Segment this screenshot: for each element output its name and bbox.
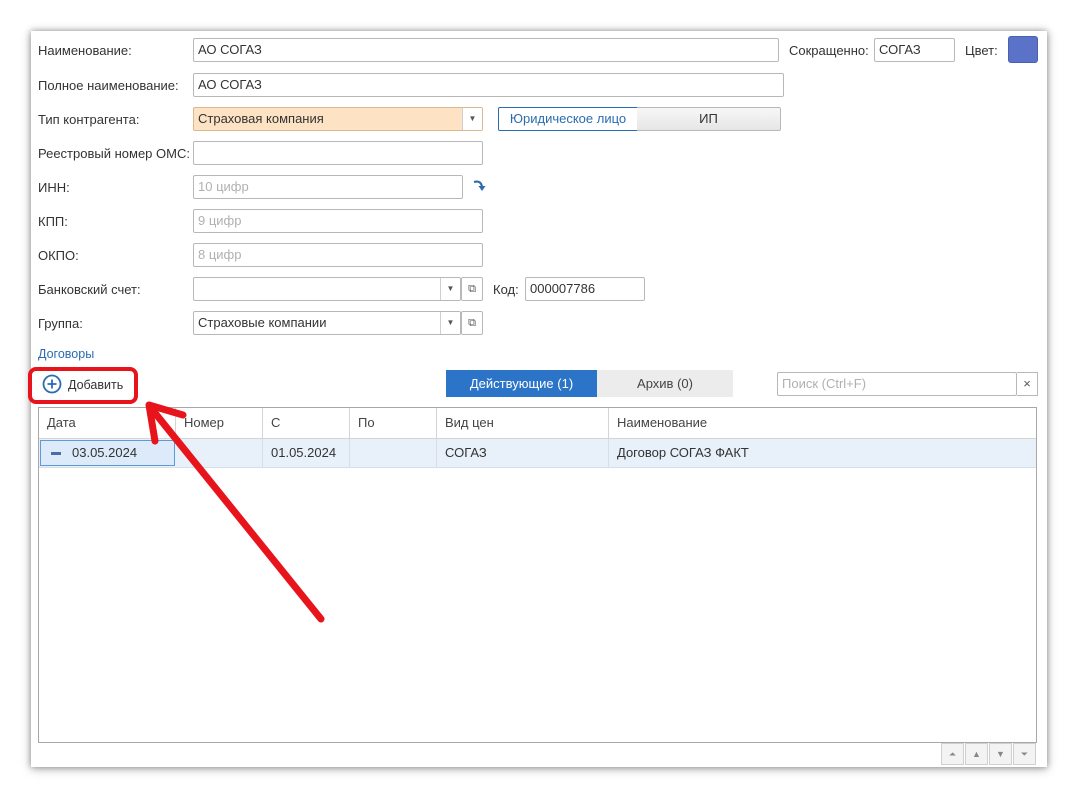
oms-input[interactable]	[193, 141, 483, 165]
row-date: 03.05.2024	[72, 445, 138, 460]
fill-by-inn-icon[interactable]	[471, 178, 487, 194]
legal-entity-toggle[interactable]: Юридическое лицо	[498, 107, 638, 131]
short-name-input[interactable]: СОГАЗ	[874, 38, 955, 62]
type-select[interactable]: Страховая компания ▼	[193, 107, 483, 131]
type-label: Тип контрагента:	[38, 112, 140, 127]
clear-search-icon[interactable]: ×	[1017, 372, 1038, 396]
kpp-input[interactable]: 9 цифр	[193, 209, 483, 233]
fullname-label: Полное наименование:	[38, 78, 179, 93]
row-to[interactable]	[350, 439, 437, 467]
chevron-down-icon[interactable]: ▼	[440, 312, 460, 334]
name-label: Наименование:	[38, 43, 132, 58]
inn-input[interactable]: 10 цифр	[193, 175, 463, 199]
code-label: Код:	[493, 282, 519, 297]
open-bank-account-icon[interactable]: ⧉	[461, 277, 483, 301]
row-name[interactable]: Договор СОГАЗ ФАКТ	[609, 439, 1037, 467]
code-input[interactable]: 000007786	[525, 277, 645, 301]
kpp-label: КПП:	[38, 214, 68, 229]
tab-active-contracts[interactable]: Действующие (1)	[446, 370, 597, 397]
search-input[interactable]: Поиск (Ctrl+F)	[777, 372, 1017, 396]
inn-label: ИНН:	[38, 180, 70, 195]
tab-archive-contracts[interactable]: Архив (0)	[597, 370, 733, 397]
chevron-down-icon[interactable]: ▼	[440, 278, 460, 300]
first-row-icon[interactable]: ⏶	[941, 743, 964, 765]
individual-entrepreneur-toggle[interactable]: ИП	[637, 107, 781, 131]
okpo-input[interactable]: 8 цифр	[193, 243, 483, 267]
contracts-section-link[interactable]: Договоры	[38, 346, 94, 362]
last-row-icon[interactable]: ⏷	[1013, 743, 1036, 765]
okpo-label: ОКПО:	[38, 248, 79, 263]
fullname-input[interactable]: АО СОГАЗ	[193, 73, 784, 97]
short-name-label: Сокращенно:	[789, 43, 869, 58]
oms-label: Реестровый номер ОМС:	[38, 146, 190, 161]
group-select[interactable]: Страховые компании ▼	[193, 311, 461, 335]
open-group-icon[interactable]: ⧉	[461, 311, 483, 335]
group-label: Группа:	[38, 316, 83, 331]
column-header-to[interactable]: По	[350, 408, 437, 438]
annotation-arrow	[145, 401, 325, 623]
column-header-name[interactable]: Наименование	[609, 408, 1037, 438]
color-swatch-button[interactable]	[1008, 36, 1038, 63]
name-input[interactable]: АО СОГАЗ	[193, 38, 779, 62]
column-header-price-type[interactable]: Вид цен	[437, 408, 609, 438]
group-value: Страховые компании	[198, 315, 327, 330]
previous-row-icon[interactable]: ▲	[965, 743, 988, 765]
row-status-icon	[51, 452, 61, 456]
color-label: Цвет:	[965, 43, 998, 58]
next-row-icon[interactable]: ▼	[989, 743, 1012, 765]
bank-account-label: Банковский счет:	[38, 282, 141, 297]
counterparty-form-window: Наименование: АО СОГАЗ Сокращенно: СОГАЗ…	[28, 31, 1047, 767]
type-select-value: Страховая компания	[198, 111, 324, 126]
bank-account-select[interactable]: ▼	[193, 277, 461, 301]
chevron-down-icon[interactable]: ▼	[462, 108, 482, 130]
annotation-highlight-box	[28, 367, 138, 404]
row-price-type[interactable]: СОГАЗ	[437, 439, 609, 467]
